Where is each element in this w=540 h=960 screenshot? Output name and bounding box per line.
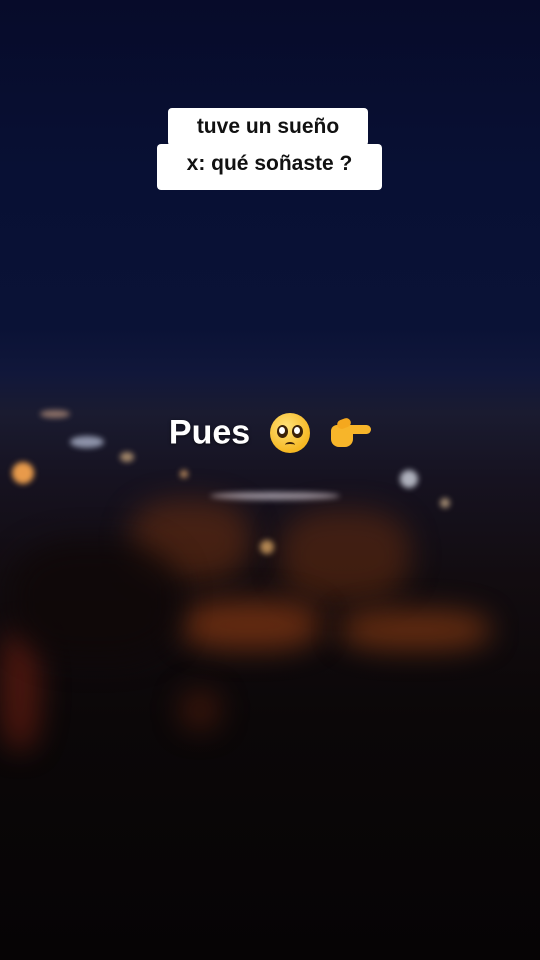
city-light [12, 462, 34, 484]
city-light [210, 492, 340, 500]
overlay-caption-text: Pues [168, 413, 251, 452]
house-silhouette [180, 600, 320, 650]
city-light [120, 452, 134, 462]
house-silhouette [10, 540, 180, 660]
house-silhouette [340, 610, 490, 650]
city-light [400, 470, 418, 488]
house-silhouette [180, 690, 220, 730]
city-light [180, 470, 188, 478]
overlay-caption: Pues [0, 412, 540, 454]
backhand-index-pointing-right-icon [329, 416, 372, 449]
city-glow [0, 390, 540, 530]
city-light [260, 540, 274, 554]
pleading-face-icon [269, 413, 310, 454]
caption-line-1-text: tuve un sueño [196, 115, 340, 138]
caption-line-2-text: x: qué soñaste ? [186, 152, 353, 175]
city-light [440, 498, 450, 508]
video-frame[interactable]: tuve un sueño x: qué soñaste ? Pues [0, 0, 540, 960]
caption-line-1: tuve un sueño [168, 108, 368, 146]
house-silhouette [280, 510, 410, 600]
caption-line-2: x: qué soñaste ? [157, 144, 382, 190]
